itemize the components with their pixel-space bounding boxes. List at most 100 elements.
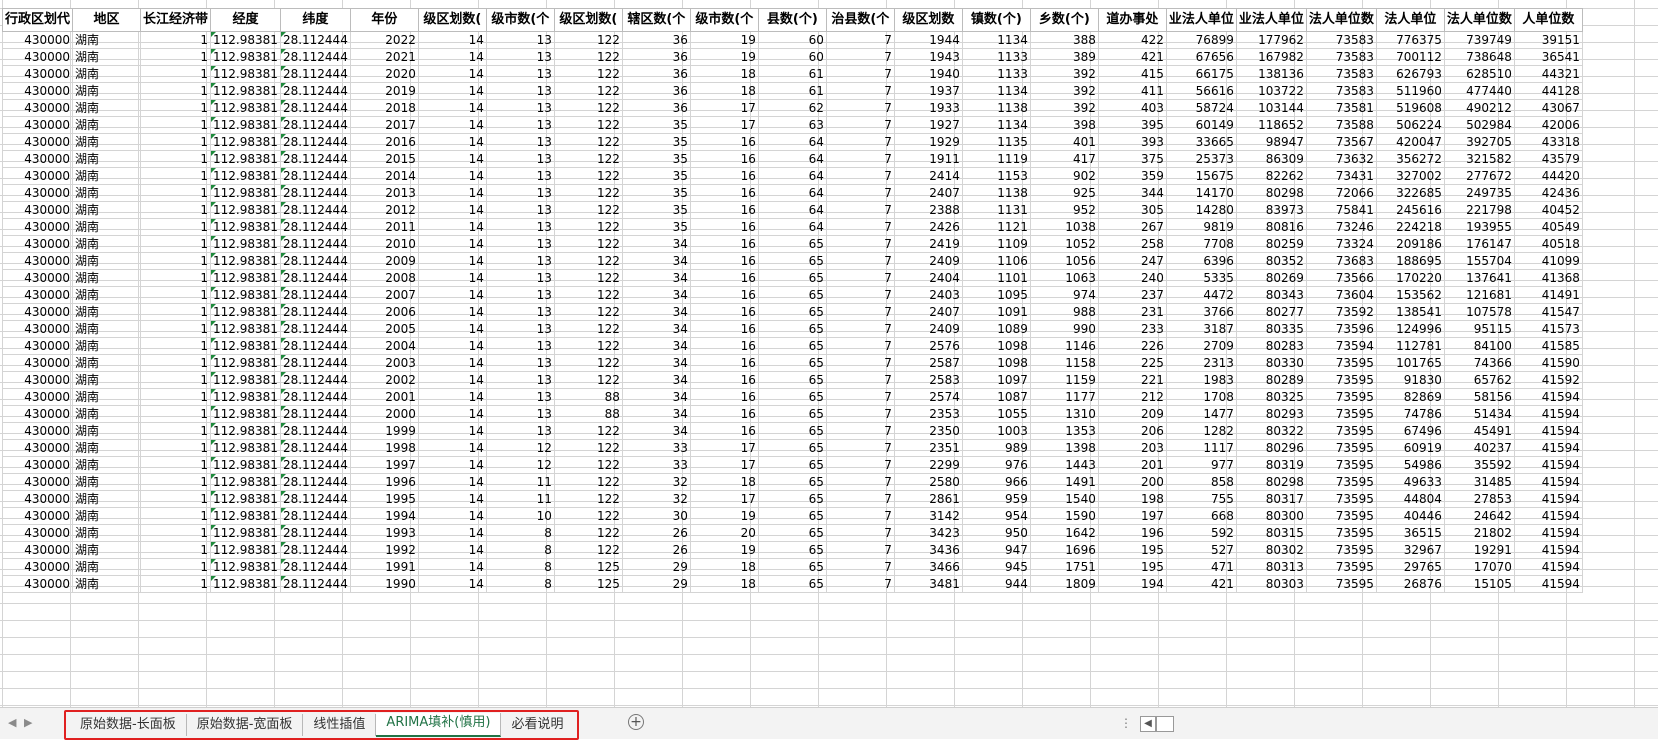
table-cell[interactable]: 592 (1165, 524, 1237, 542)
table-cell[interactable]: 430000 (1, 31, 74, 49)
table-cell[interactable]: 13 (485, 354, 555, 372)
table-cell[interactable]: 1944 (893, 31, 963, 49)
table-cell[interactable]: 16 (689, 167, 759, 185)
table-cell[interactable]: 203 (1097, 439, 1167, 457)
table-cell[interactable]: 80319 (1235, 456, 1307, 474)
table-cell[interactable]: 14 (417, 116, 487, 134)
table-cell[interactable]: 80283 (1235, 337, 1307, 355)
column-header[interactable]: 法人单位 (1375, 8, 1445, 32)
table-cell[interactable]: 41573 (1513, 320, 1583, 338)
table-cell[interactable]: 103144 (1235, 99, 1307, 117)
table-cell[interactable]: 7 (825, 320, 895, 338)
table-cell[interactable]: 237 (1097, 286, 1167, 304)
table-cell[interactable]: 2709 (1165, 337, 1237, 355)
table-cell[interactable]: 44804 (1375, 490, 1445, 508)
table-cell[interactable]: 80325 (1235, 388, 1307, 406)
table-cell[interactable]: 430000 (1, 82, 74, 100)
table-cell[interactable]: 375 (1097, 150, 1167, 168)
table-cell[interactable]: 17 (689, 99, 759, 117)
table-cell[interactable]: 29765 (1375, 558, 1445, 576)
table-cell[interactable]: 30 (621, 507, 691, 525)
table-cell[interactable]: 14 (417, 524, 487, 542)
table-cell[interactable]: 1990 (349, 575, 419, 593)
table-cell[interactable]: 65 (757, 524, 827, 542)
table-cell[interactable]: 73595 (1305, 456, 1377, 474)
table-cell[interactable]: 16 (689, 303, 759, 321)
table-cell[interactable]: 153562 (1375, 286, 1445, 304)
table-cell[interactable]: 2008 (349, 269, 419, 287)
table-cell[interactable]: 1398 (1029, 439, 1099, 457)
table-cell[interactable]: 430000 (1, 473, 74, 491)
table-cell[interactable]: 湖南 (72, 473, 142, 491)
table-cell[interactable]: 2407 (893, 184, 963, 202)
table-cell[interactable]: 13 (485, 133, 555, 151)
table-cell[interactable]: 2014 (349, 167, 419, 185)
table-cell[interactable]: 1997 (349, 456, 419, 474)
table-cell[interactable]: 44128 (1513, 82, 1583, 100)
table-cell[interactable]: 196 (1097, 524, 1167, 542)
table-cell[interactable]: 356272 (1375, 150, 1445, 168)
table-cell[interactable]: 2861 (893, 490, 963, 508)
table-cell[interactable]: 1540 (1029, 490, 1099, 508)
table-cell[interactable]: 122 (553, 48, 623, 66)
table-cell[interactable]: 1 (140, 133, 212, 151)
table-cell[interactable]: 32 (621, 473, 691, 491)
table-cell[interactable]: 321582 (1443, 150, 1515, 168)
table-cell[interactable]: 1443 (1029, 456, 1099, 474)
table-cell[interactable]: 2003 (349, 354, 419, 372)
table-cell[interactable]: 7 (825, 354, 895, 372)
table-cell[interactable]: 112.98381 (210, 133, 281, 151)
table-cell[interactable]: 14 (417, 507, 487, 525)
table-cell[interactable]: 7 (825, 337, 895, 355)
table-cell[interactable]: 28.112444 (279, 320, 351, 338)
table-cell[interactable]: 3481 (893, 575, 963, 593)
table-cell[interactable]: 14 (417, 269, 487, 287)
table-cell[interactable]: 16 (689, 133, 759, 151)
table-cell[interactable]: 1 (140, 286, 212, 304)
table-cell[interactable]: 61 (757, 65, 827, 83)
column-header[interactable]: 级市数(个 (689, 8, 759, 32)
table-cell[interactable]: 2007 (349, 286, 419, 304)
table-cell[interactable]: 430000 (1, 65, 74, 83)
table-cell[interactable]: 18 (689, 558, 759, 576)
table-cell[interactable]: 65 (757, 337, 827, 355)
table-cell[interactable]: 14 (417, 252, 487, 270)
table-cell[interactable]: 1809 (1029, 575, 1099, 593)
column-header[interactable]: 人单位数 (1513, 8, 1583, 32)
table-cell[interactable]: 8 (485, 575, 555, 593)
table-cell[interactable]: 43579 (1513, 150, 1583, 168)
table-cell[interactable]: 16 (689, 201, 759, 219)
table-cell[interactable]: 2012 (349, 201, 419, 219)
table-cell[interactable]: 36 (621, 31, 691, 49)
table-cell[interactable]: 2313 (1165, 354, 1237, 372)
table-cell[interactable]: 902 (1029, 167, 1099, 185)
table-cell[interactable]: 1 (140, 82, 212, 100)
table-cell[interactable]: 430000 (1, 150, 74, 168)
table-cell[interactable]: 73595 (1305, 354, 1377, 372)
table-cell[interactable]: 3466 (893, 558, 963, 576)
table-cell[interactable]: 2013 (349, 184, 419, 202)
table-cell[interactable]: 1003 (961, 422, 1031, 440)
table-cell[interactable]: 36 (621, 48, 691, 66)
sheet-tab[interactable]: 原始数据-长面板 (70, 714, 187, 736)
table-cell[interactable]: 40452 (1513, 201, 1583, 219)
table-cell[interactable]: 36 (621, 65, 691, 83)
table-cell[interactable]: 7 (825, 456, 895, 474)
table-cell[interactable]: 64 (757, 133, 827, 151)
table-cell[interactable]: 65 (757, 507, 827, 525)
table-cell[interactable]: 1117 (1165, 439, 1237, 457)
table-cell[interactable]: 14 (417, 31, 487, 49)
table-cell[interactable]: 60919 (1375, 439, 1445, 457)
table-cell[interactable]: 1 (140, 354, 212, 372)
table-cell[interactable]: 65 (757, 354, 827, 372)
table-cell[interactable]: 3436 (893, 541, 963, 559)
table-cell[interactable]: 944 (961, 575, 1031, 593)
table-cell[interactable]: 16 (689, 150, 759, 168)
table-cell[interactable]: 1 (140, 269, 212, 287)
table-cell[interactable]: 14170 (1165, 184, 1237, 202)
table-cell[interactable]: 988 (1029, 303, 1099, 321)
table-cell[interactable]: 17 (689, 456, 759, 474)
column-header[interactable]: 法人单位数 (1305, 8, 1377, 32)
table-cell[interactable]: 28.112444 (279, 405, 351, 423)
table-cell[interactable]: 61 (757, 82, 827, 100)
